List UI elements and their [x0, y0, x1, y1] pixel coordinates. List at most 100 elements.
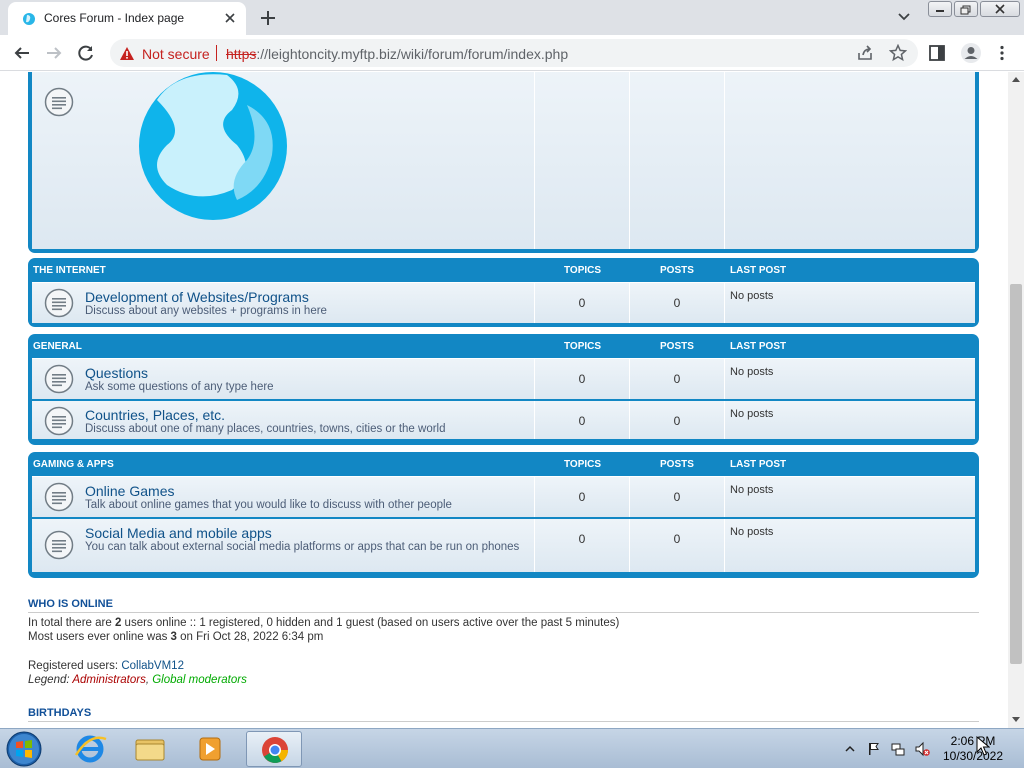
- last-post-column-header: LAST POST: [730, 341, 787, 352]
- reload-icon[interactable]: [76, 43, 96, 63]
- browser-tab[interactable]: Cores Forum - Index page: [8, 2, 246, 35]
- forum-read-icon[interactable]: [44, 530, 74, 560]
- forum-row: Online Games Talk about online games tha…: [32, 476, 975, 517]
- col-divider: [629, 283, 630, 323]
- forum-title-link[interactable]: Questions: [85, 365, 148, 381]
- chrome-icon: [262, 737, 289, 763]
- new-tab-icon[interactable]: [258, 8, 278, 28]
- forum-read-icon[interactable]: [44, 406, 74, 436]
- close-window-button[interactable]: [980, 1, 1020, 17]
- posts-column-header: POSTS: [660, 341, 694, 352]
- who-is-online-heading[interactable]: WHO IS ONLINE: [28, 598, 113, 610]
- browser-tab-strip: Cores Forum - Index page: [0, 0, 1024, 35]
- scrollbar-thumb[interactable]: [1010, 284, 1022, 664]
- forum-block-top: [28, 72, 979, 253]
- show-hidden-icons-icon[interactable]: [844, 741, 856, 757]
- posts-count: 0: [673, 532, 681, 546]
- forum-read-icon[interactable]: [44, 87, 74, 117]
- window-controls: [926, 0, 1022, 18]
- scroll-down-icon[interactable]: [1012, 717, 1020, 722]
- category-title[interactable]: GAMING & APPS: [33, 459, 114, 470]
- windows-taskbar: 2:06 PM 10/30/2022: [0, 728, 1024, 768]
- profile-avatar-icon[interactable]: [960, 42, 982, 64]
- globe-logo-icon: [139, 72, 287, 220]
- online-text: users online :: 1 registered, 0 hidden a…: [121, 617, 620, 629]
- tab-close-icon[interactable]: [222, 10, 238, 26]
- action-center-flag-icon[interactable]: [866, 741, 882, 757]
- section-divider: [28, 721, 979, 722]
- forum-title-link[interactable]: Development of Websites/Programs: [85, 289, 309, 305]
- category-title[interactable]: GENERAL: [33, 341, 82, 352]
- registered-user-link[interactable]: CollabVM12: [121, 660, 184, 672]
- address-bar[interactable]: Not secure https://leightoncity.myftp.bi…: [110, 39, 918, 67]
- taskbar-explorer[interactable]: [122, 731, 178, 767]
- start-button-icon[interactable]: [4, 730, 44, 768]
- back-arrow-icon[interactable]: [12, 43, 32, 63]
- col-divider: [534, 401, 535, 439]
- scroll-up-icon[interactable]: [1012, 77, 1020, 82]
- forum-description: Discuss about one of many places, countr…: [85, 423, 446, 435]
- side-panel-icon[interactable]: [928, 44, 946, 62]
- page-scrollbar[interactable]: [1008, 72, 1024, 728]
- folder-icon: [135, 739, 165, 761]
- forum-row: Social Media and mobile apps You can tal…: [32, 517, 975, 572]
- url-path: ://leightoncity.myftp.biz/wiki/forum/for…: [256, 46, 569, 62]
- category-block: GENERAL TOPICS POSTS LAST POST Questions…: [28, 334, 979, 445]
- clock-date: 10/30/2022: [942, 749, 1004, 763]
- record-text: on Fri Oct 28, 2022 6:34 pm: [176, 631, 324, 643]
- bookmark-star-icon[interactable]: [889, 44, 907, 62]
- forum-read-icon[interactable]: [44, 482, 74, 512]
- forum-row: Countries, Places, etc. Discuss about on…: [32, 399, 975, 439]
- restore-button[interactable]: [954, 1, 978, 17]
- col-divider: [534, 72, 535, 249]
- posts-count: 0: [673, 296, 681, 310]
- forum-read-icon[interactable]: [44, 364, 74, 394]
- registered-label: Registered users:: [28, 660, 122, 672]
- forum-description: You can talk about external social media…: [85, 541, 520, 553]
- taskbar-ie[interactable]: [62, 731, 118, 767]
- last-post-info: No posts: [730, 526, 774, 538]
- warning-triangle-icon[interactable]: [119, 46, 135, 61]
- minimize-button[interactable]: [928, 1, 952, 17]
- col-divider: [534, 359, 535, 399]
- browser-toolbar: Not secure https://leightoncity.myftp.bi…: [0, 35, 1024, 71]
- category-block: GAMING & APPS TOPICS POSTS LAST POST Onl…: [28, 452, 979, 578]
- close-icon: [995, 4, 1005, 14]
- last-post-column-header: LAST POST: [730, 459, 787, 470]
- posts-column-header: POSTS: [660, 265, 694, 276]
- forum-title-link[interactable]: Countries, Places, etc.: [85, 407, 225, 423]
- kebab-menu-icon[interactable]: [993, 44, 1011, 62]
- forum-row-partial: [32, 72, 975, 249]
- url-text[interactable]: https://leightoncity.myftp.biz/wiki/foru…: [226, 46, 568, 62]
- col-divider: [724, 72, 725, 249]
- forum-description: Ask some questions of any type here: [85, 381, 274, 393]
- network-icon[interactable]: [890, 741, 906, 757]
- chevron-down-icon[interactable]: [896, 10, 912, 24]
- forum-title-link[interactable]: Online Games: [85, 483, 174, 499]
- posts-count: 0: [673, 414, 681, 428]
- taskbar-chrome[interactable]: [246, 731, 302, 767]
- share-icon[interactable]: [856, 44, 874, 62]
- online-text: In total there are: [28, 617, 115, 629]
- taskbar-media-player[interactable]: [182, 731, 238, 767]
- last-post-info: No posts: [730, 408, 774, 420]
- volume-muted-icon[interactable]: [914, 741, 930, 757]
- global-moderators-link[interactable]: Global moderators: [152, 674, 247, 686]
- col-divider: [724, 401, 725, 439]
- forward-arrow-icon[interactable]: [44, 43, 64, 63]
- forum-row: Questions Ask some questions of any type…: [32, 358, 975, 399]
- topics-column-header: TOPICS: [564, 459, 602, 470]
- forum-read-icon[interactable]: [44, 288, 74, 318]
- last-post-info: No posts: [730, 484, 774, 496]
- registered-users: Registered users: CollabVM12: [28, 660, 184, 672]
- topics-count: 0: [578, 414, 586, 428]
- col-divider: [534, 283, 535, 323]
- forum-description: Talk about online games that you would l…: [85, 499, 452, 511]
- security-status[interactable]: Not secure: [142, 46, 210, 62]
- category-title[interactable]: THE INTERNET: [33, 265, 106, 276]
- taskbar-clock[interactable]: 2:06 PM 10/30/2022: [940, 734, 1006, 764]
- topics-column-header: TOPICS: [564, 265, 602, 276]
- col-divider: [724, 359, 725, 399]
- administrators-link[interactable]: Administrators: [72, 674, 146, 686]
- forum-title-link[interactable]: Social Media and mobile apps: [85, 525, 272, 541]
